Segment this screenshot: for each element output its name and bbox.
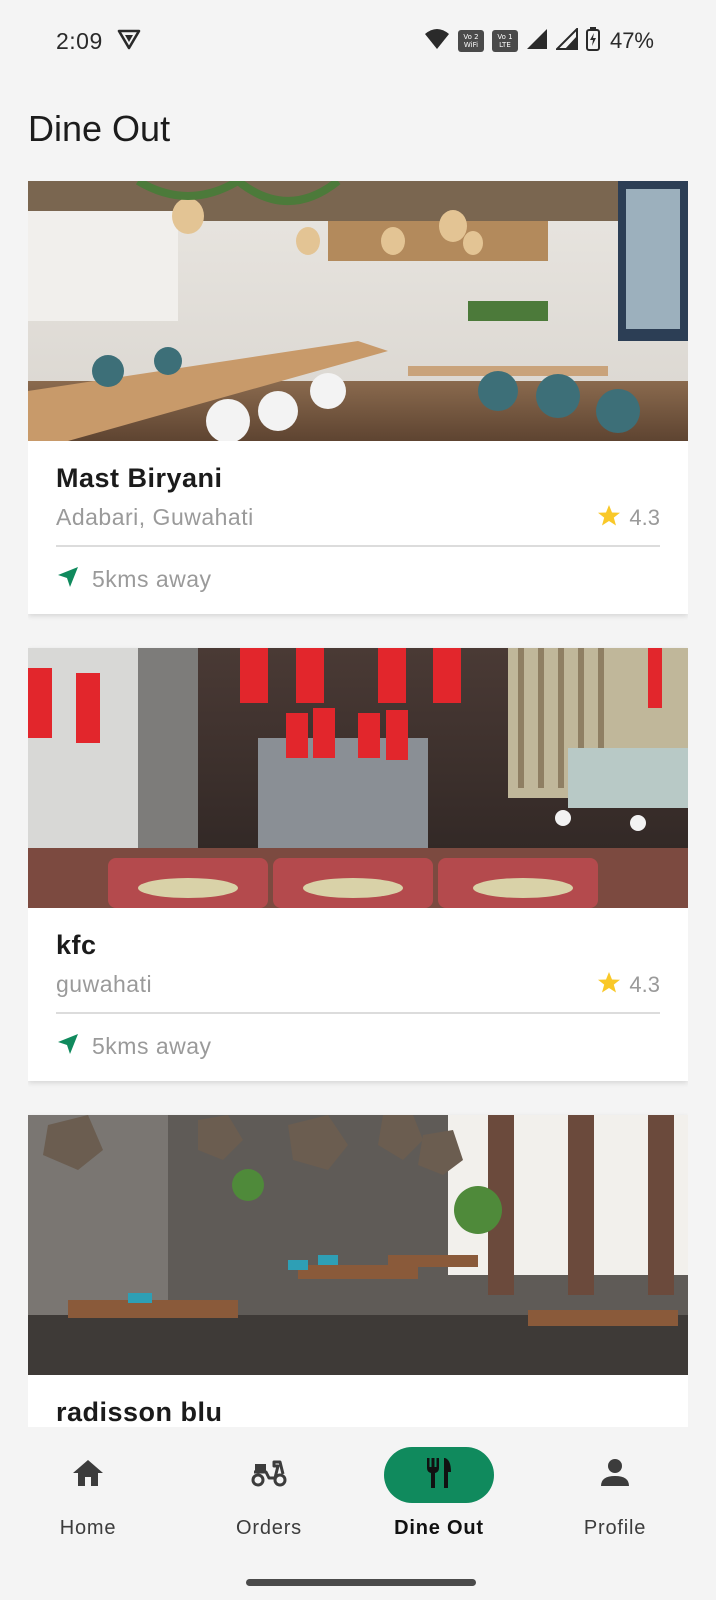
restaurant-name: radisson blu [56, 1397, 223, 1427]
restaurant-distance: 5kms away [92, 566, 212, 592]
signal-icon-2 [554, 26, 578, 55]
navigation-arrow-icon [56, 565, 80, 594]
scooter-icon [250, 1458, 288, 1493]
nav-profile[interactable]: Profile [540, 1447, 690, 1557]
restaurant-name: Mast Biryani [56, 463, 223, 493]
restaurant-image [28, 648, 688, 908]
nav-orders[interactable]: Orders [194, 1447, 344, 1557]
home-indicator[interactable] [246, 1579, 476, 1586]
rating-value: 4.3 [629, 504, 660, 530]
card-body: kfc guwahati 4.3 5kms away [28, 908, 688, 1081]
restaurant-image [28, 181, 688, 441]
signal-icon [526, 28, 548, 55]
wifi-icon [424, 28, 450, 55]
badge-2-line-2: LTE [499, 41, 511, 49]
fork-knife-icon [423, 1456, 455, 1495]
nav-orders-icon-wrap [214, 1447, 324, 1503]
nav-home-icon-wrap [33, 1447, 143, 1503]
nav-home[interactable]: Home [13, 1447, 163, 1557]
restaurant-card[interactable]: Mast Biryani Adabari, Guwahati 4.3 5kms … [28, 181, 688, 614]
restaurant-location: guwahati [56, 971, 153, 997]
nav-home-label: Home [59, 1517, 117, 1539]
restaurant-card[interactable]: radisson blu [28, 1115, 688, 1427]
rating: 4.3 [597, 504, 660, 531]
navigation-arrow-icon [56, 1032, 80, 1061]
volte-wifi-badge: Vo 2 WiFi [457, 30, 484, 52]
bottom-nav: Home Orders Dine Out Profile [0, 1427, 716, 1600]
status-bar: 2:09 Vo 2 WiFi Vo 1 LTE 47% [0, 0, 716, 82]
badge-1-line-2: WiFi [463, 41, 479, 49]
distance-row: 5kms away [56, 565, 660, 594]
card-body: Mast Biryani Adabari, Guwahati 4.3 5kms … [28, 441, 688, 614]
battery-icon [585, 26, 600, 56]
star-icon [597, 504, 621, 531]
nav-profile-label: Profile [583, 1517, 647, 1539]
nav-dine-out[interactable]: Dine Out [364, 1447, 514, 1557]
status-right: Vo 2 WiFi Vo 1 LTE 47% [424, 26, 654, 56]
nav-orders-label: Orders [236, 1517, 302, 1539]
rating: 4.3 [597, 971, 660, 998]
location-row: Adabari, Guwahati 4.3 [56, 504, 660, 547]
restaurant-card[interactable]: kfc guwahati 4.3 5kms away [28, 648, 688, 1081]
vpn-icon [117, 28, 141, 55]
status-left: 2:09 [56, 28, 141, 55]
home-icon [71, 1458, 105, 1493]
restaurant-name: kfc [56, 930, 97, 960]
page-title: Dine Out [28, 108, 171, 149]
location-row: guwahati 4.3 [56, 971, 660, 1014]
restaurant-feed[interactable]: Mast Biryani Adabari, Guwahati 4.3 5kms … [28, 181, 688, 1427]
restaurant-distance: 5kms away [92, 1033, 212, 1059]
nav-profile-icon-wrap [560, 1447, 670, 1503]
person-icon [600, 1458, 630, 1493]
badge-2-line-1: Vo 1 [497, 33, 513, 41]
nav-dine-out-icon-wrap [384, 1447, 494, 1503]
rating-value: 4.3 [629, 971, 660, 997]
star-icon [597, 971, 621, 998]
restaurant-location: Adabari, Guwahati [56, 504, 254, 530]
badge-1-line-1: Vo 2 [463, 33, 479, 41]
battery-percent: 47% [609, 28, 654, 53]
distance-row: 5kms away [56, 1032, 660, 1061]
volte-lte-badge: Vo 1 LTE [491, 30, 518, 52]
status-time: 2:09 [56, 27, 103, 54]
nav-dine-out-label: Dine Out [394, 1517, 484, 1539]
card-body: radisson blu [28, 1375, 688, 1427]
restaurant-image [28, 1115, 688, 1375]
